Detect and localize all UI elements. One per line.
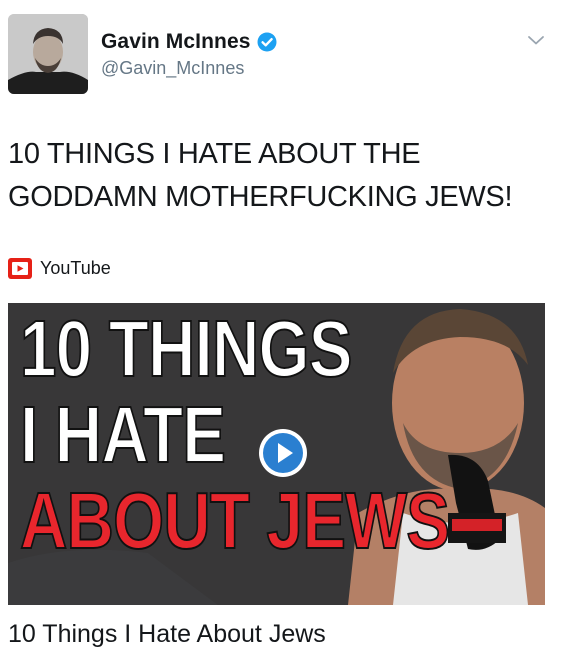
video-title[interactable]: 10 Things I Hate About Jews xyxy=(8,620,326,649)
author-name[interactable]: Gavin McInnes xyxy=(101,30,251,54)
author-handle[interactable]: @Gavin_McInnes xyxy=(101,58,277,79)
tweet-author: Gavin McInnes @Gavin_McInnes xyxy=(101,30,277,79)
youtube-icon xyxy=(8,258,32,279)
video-thumbnail[interactable]: 10 THINGS I HATE ABOUT JEWS xyxy=(8,303,545,605)
thumbnail-text-line: 10 THINGS xyxy=(19,304,353,393)
tweet-text: 10 THINGS I HATE ABOUT THE GODDAMN MOTHE… xyxy=(8,138,513,213)
avatar-photo xyxy=(8,14,88,94)
thumbnail-text-line: I HATE xyxy=(19,390,227,479)
play-icon[interactable] xyxy=(257,427,309,479)
thumbnail-text-line: ABOUT JEWS xyxy=(19,476,451,565)
card-source: YouTube xyxy=(8,258,111,279)
source-label: YouTube xyxy=(40,258,111,278)
verified-badge-icon xyxy=(257,32,277,52)
avatar[interactable] xyxy=(8,14,88,94)
chevron-down-icon[interactable] xyxy=(527,34,545,46)
